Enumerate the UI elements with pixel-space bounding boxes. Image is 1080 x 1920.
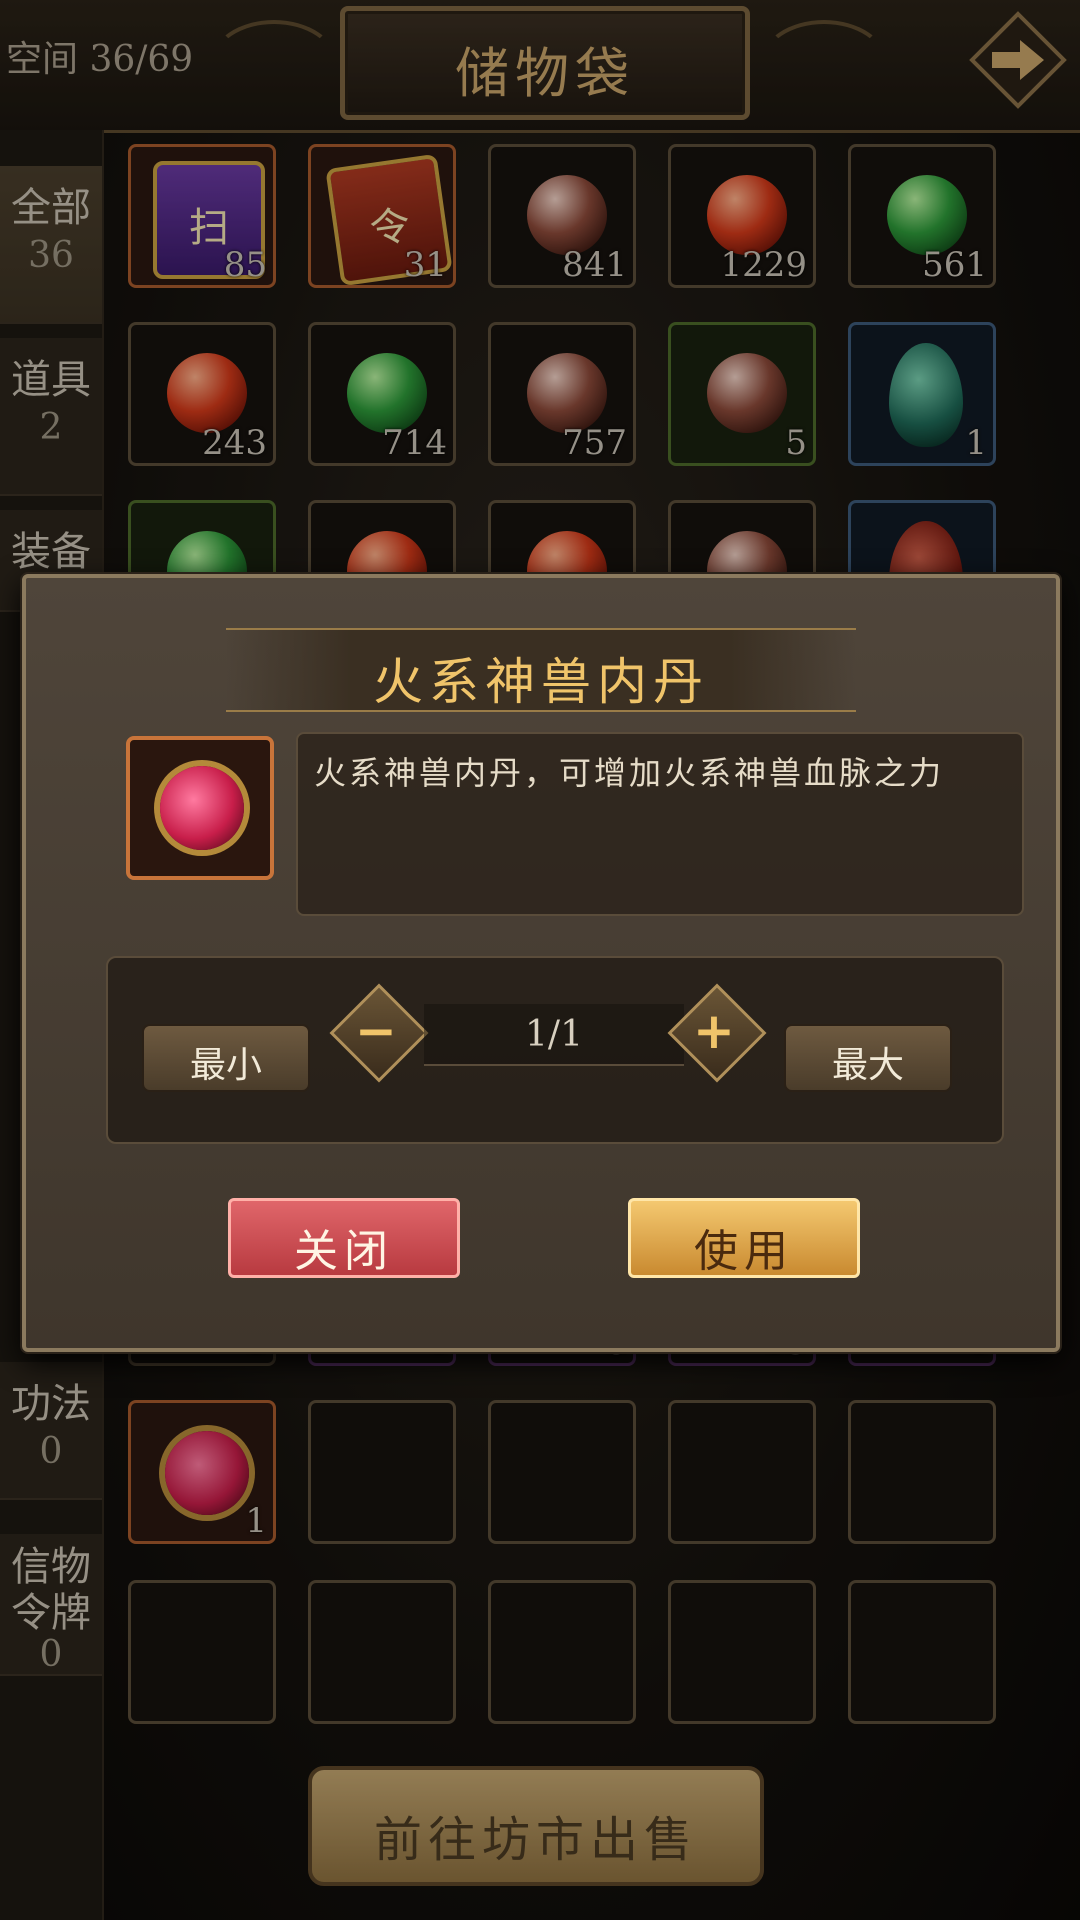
min-button[interactable]: 最小 (142, 1024, 310, 1092)
plus-icon: + (693, 1002, 735, 1060)
dialog-title-bar: 火系神兽内丹 (226, 628, 856, 712)
item-description-box: 火系神兽内丹，可增加火系神兽血脉之力 (296, 732, 1024, 916)
minus-icon: − (355, 1002, 397, 1060)
selected-item-icon (126, 736, 274, 880)
item-use-dialog: 火系神兽内丹 火系神兽内丹，可增加火系神兽血脉之力 最小 − 1/1 + 最大 … (22, 574, 1060, 1352)
increase-button[interactable]: + (667, 983, 767, 1083)
quantity-value: 1/1 (525, 1014, 583, 1055)
close-button[interactable]: 关闭 (228, 1198, 460, 1278)
quantity-display: 1/1 (424, 1004, 684, 1066)
dialog-title: 火系神兽内丹 (373, 653, 709, 711)
min-button-label: 最小 (189, 1045, 262, 1086)
max-button[interactable]: 最大 (784, 1024, 952, 1092)
close-button-label: 关闭 (294, 1226, 394, 1277)
max-button-label: 最大 (831, 1045, 904, 1086)
decrease-button[interactable]: − (329, 983, 429, 1083)
use-button-label: 使用 (694, 1226, 794, 1277)
use-button[interactable]: 使用 (628, 1198, 860, 1278)
item-description: 火系神兽内丹，可增加火系神兽血脉之力 (314, 754, 945, 792)
quantity-panel: 最小 − 1/1 + 最大 (106, 956, 1004, 1144)
dragon-core-icon (160, 766, 244, 850)
